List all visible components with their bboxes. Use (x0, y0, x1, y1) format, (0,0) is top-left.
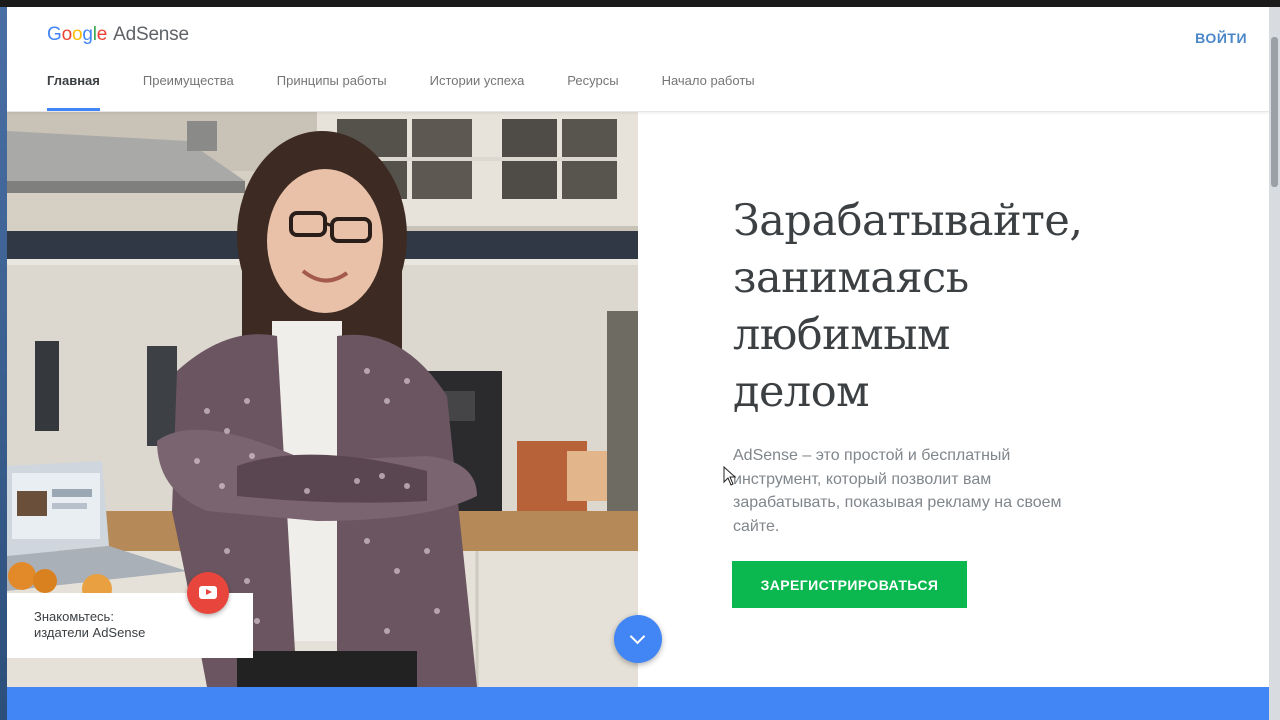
google-adsense-logo[interactable]: Google AdSense (47, 24, 189, 46)
nav-item-how-it-works[interactable]: Принципы работы (277, 73, 387, 111)
logo-letter: G (47, 24, 62, 45)
hero-headline: Зарабатывайте, занимаясь любимым делом (733, 193, 1153, 421)
scroll-down-button[interactable] (614, 615, 662, 663)
desktop-edge (0, 7, 7, 720)
mouse-cursor-icon (723, 466, 737, 486)
headline-line: Зарабатывайте, (733, 196, 1083, 246)
youtube-play-icon (199, 586, 217, 599)
chevron-down-icon (629, 628, 646, 645)
description-line: сайте. (733, 517, 780, 535)
nav-item-benefits[interactable]: Преимущества (143, 73, 234, 111)
section-band (7, 687, 1269, 720)
logo-letter: e (96, 24, 108, 45)
promo-line: издатели AdSense (34, 625, 146, 640)
headline-line: занимаясь (733, 253, 969, 303)
scrollbar-thumb[interactable] (1271, 37, 1278, 187)
nav-item-get-started[interactable]: Начало работы (662, 73, 755, 111)
screen-top-edge (0, 0, 1280, 7)
promo-text: Знакомьтесь: издатели AdSense (34, 609, 234, 641)
description-line: AdSense – это простой и бесплатный (733, 447, 1011, 464)
nav-item-resources[interactable]: Ресурсы (567, 73, 618, 111)
logo-letter: o (71, 24, 83, 45)
logo-product-name: AdSense (113, 24, 189, 45)
signup-button[interactable]: ЗАРЕГИСТРИРОВАТЬСЯ (732, 561, 967, 608)
hero-description: AdSense – это простой и бесплатный инстр… (733, 444, 1113, 538)
headline-line: делом (733, 367, 870, 417)
site-header: Google AdSense ВОЙТИ Главная Преимущества… (7, 7, 1269, 112)
nav-item-success-stories[interactable]: Истории успеха (430, 73, 525, 111)
nav-item-home[interactable]: Главная (47, 73, 100, 111)
logo-letter: o (61, 24, 73, 45)
description-line: зарабатывать, показывая рекламу на своем (733, 494, 1062, 511)
video-play-button[interactable] (187, 572, 229, 614)
headline-line: любимым (733, 310, 950, 360)
description-line: инструмент, который позволит вам (733, 470, 992, 488)
signin-link[interactable]: ВОЙТИ (1195, 30, 1247, 46)
browser-viewport: Google AdSense ВОЙТИ Главная Преимущества… (7, 7, 1269, 720)
logo-letter: g (82, 24, 93, 45)
scrollbar[interactable] (1269, 7, 1280, 720)
main-nav: Главная Преимущества Принципы работы Ист… (47, 73, 798, 111)
